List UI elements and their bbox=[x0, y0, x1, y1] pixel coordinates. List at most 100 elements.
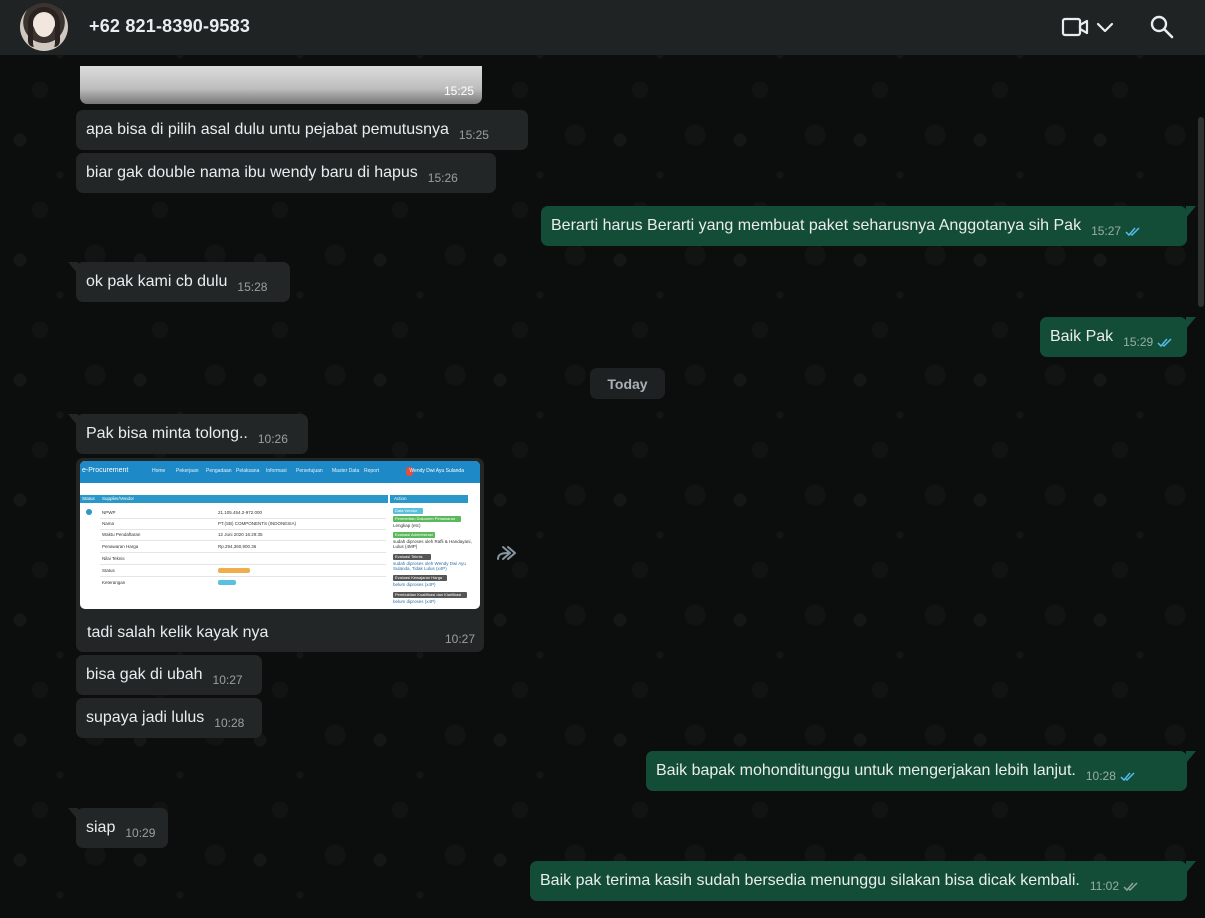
mini-row-label: Nilai Teknis bbox=[102, 556, 125, 561]
message-outgoing[interactable]: Berarti harus Berarti yang membuat paket… bbox=[541, 206, 1187, 246]
message-incoming[interactable]: supaya jadi lulus 10:28 bbox=[76, 698, 262, 738]
avatar-face bbox=[34, 13, 54, 37]
message-text: Baik bapak mohonditunggu untuk mengerjak… bbox=[656, 762, 1076, 779]
message-text: ok pak kami cb dulu bbox=[86, 273, 228, 290]
message-time: 10:28 bbox=[214, 716, 245, 730]
contact-avatar[interactable] bbox=[20, 3, 68, 51]
message-incoming[interactable]: ok pak kami cb dulu 15:28 bbox=[76, 262, 290, 302]
mini-nav-item: Home bbox=[152, 468, 166, 474]
mini-divider bbox=[100, 552, 386, 553]
chevron-down-icon[interactable] bbox=[1096, 19, 1114, 35]
mini-action-button: Data Vendor bbox=[393, 508, 423, 514]
message-outgoing[interactable]: Baik pak terima kasih sudah bersedia men… bbox=[530, 861, 1187, 901]
message-time: 15:26 bbox=[427, 171, 458, 185]
video-call-icon[interactable] bbox=[1061, 15, 1089, 39]
mini-row-value: Rp.294,360,900.36 bbox=[218, 544, 257, 549]
mini-action-text: sudah diproses oleh Rafli & Handayani, L… bbox=[393, 539, 472, 549]
message-time: 10:29 bbox=[125, 826, 156, 840]
message-outgoing[interactable]: Baik Pak 15:29 bbox=[1040, 317, 1187, 357]
message-text: siap bbox=[86, 819, 116, 836]
mini-action-text: belum diproses (x4P) bbox=[393, 582, 436, 587]
mini-header-text: Status bbox=[82, 496, 95, 501]
mini-action-button: Evaluasi Teknis bbox=[393, 554, 431, 560]
mini-status-badge bbox=[218, 568, 250, 573]
message-text: biar gak double nama ibu wendy baru di h… bbox=[86, 164, 418, 181]
mini-action-button: Evaluasi Kewajaran Harga bbox=[393, 575, 447, 581]
image-message[interactable]: 15:25 bbox=[80, 66, 482, 104]
mini-row-label: Status bbox=[102, 568, 115, 573]
mini-row-value: 21.105.454.2-972.000 bbox=[218, 510, 263, 515]
mini-row-label: Penawaran Harga bbox=[102, 544, 139, 549]
mini-user: Wendy Dwi Ayu Sulanda bbox=[409, 468, 464, 474]
mini-nav-item: Pekerjaan bbox=[176, 468, 199, 474]
message-text: bisa gak di ubah bbox=[86, 666, 203, 683]
message-incoming[interactable]: biar gak double nama ibu wendy baru di h… bbox=[76, 153, 496, 193]
mini-nav-item: Pengadaan bbox=[206, 468, 232, 474]
message-outgoing[interactable]: Baik bapak mohonditunggu untuk mengerjak… bbox=[646, 751, 1187, 791]
message-time: 10:28 bbox=[1085, 769, 1116, 783]
mini-header-text: Action bbox=[394, 496, 407, 501]
mini-action-button: Pemberitan Dokumen Penawaran bbox=[393, 516, 461, 522]
message-time: 10:26 bbox=[257, 432, 288, 446]
image-message[interactable]: e-Procurement Home Pekerjaan Pengadaan P… bbox=[76, 458, 484, 652]
message-time: 15:27 bbox=[1091, 224, 1122, 238]
message-time: 15:29 bbox=[1123, 335, 1154, 349]
mini-nav-item: Pelaksana bbox=[236, 468, 260, 474]
mini-row-value: PT.(SB) COMPONENTS (INDONESIA) bbox=[218, 521, 297, 526]
chat-scrollbar[interactable] bbox=[1197, 55, 1205, 918]
message-text: Berarti harus Berarti yang membuat paket… bbox=[551, 217, 1082, 234]
mini-row-label: NPWP bbox=[102, 510, 116, 515]
message-incoming[interactable]: apa bisa di pilih asal dulu untu pejabat… bbox=[76, 110, 528, 150]
message-time: 15:25 bbox=[443, 84, 474, 98]
mini-nav-item: Informasi bbox=[266, 468, 287, 474]
chat-scrollbar-thumb[interactable] bbox=[1198, 117, 1204, 307]
message-incoming[interactable]: bisa gak di ubah 10:27 bbox=[76, 655, 262, 695]
image-caption: tadi salah kelik kayak nya bbox=[87, 624, 269, 641]
mini-action-button: Evaluasi Administrasi bbox=[393, 532, 435, 538]
message-time: 10:27 bbox=[444, 632, 475, 646]
message-text: Baik pak terima kasih sudah bersedia men… bbox=[540, 872, 1080, 889]
mini-divider bbox=[100, 576, 386, 577]
message-text: Baik Pak bbox=[1050, 328, 1114, 345]
mini-action-text: sudah diproses oleh Wendy Dwi Ayu Suland… bbox=[393, 561, 466, 571]
mini-divider bbox=[100, 540, 386, 541]
mini-detail-badge bbox=[218, 580, 236, 585]
mini-row-value: 12 Juni 2020 16:29:35 bbox=[218, 532, 263, 537]
bubble-tail bbox=[1186, 317, 1196, 329]
message-incoming[interactable]: siap 10:29 bbox=[76, 808, 168, 848]
message-time: 15:25 bbox=[458, 128, 489, 142]
mini-divider bbox=[100, 529, 386, 530]
mini-action-button: Pembuktian Kualifikasi dan Klarifikasi bbox=[393, 592, 467, 598]
mini-divider bbox=[100, 564, 386, 565]
screenshot-thumbnail[interactable]: e-Procurement Home Pekerjaan Pengadaan P… bbox=[80, 461, 480, 609]
mini-nav-item: Master Data bbox=[332, 468, 360, 474]
forward-icon[interactable] bbox=[496, 543, 518, 563]
read-ticks-icon bbox=[1120, 771, 1135, 781]
search-icon[interactable] bbox=[1149, 14, 1175, 40]
mini-row-label: Waktu Pendaftaran bbox=[102, 532, 141, 537]
chat-header: +62 821-8390-9583 bbox=[0, 0, 1205, 55]
message-time: 10:27 bbox=[212, 673, 243, 687]
mini-divider bbox=[100, 518, 386, 519]
contact-name[interactable]: +62 821-8390-9583 bbox=[89, 16, 250, 37]
mini-row-label: Nama bbox=[102, 521, 115, 526]
chat-window: +62 821-8390-9583 15:25 apa bisa di pili… bbox=[0, 0, 1205, 918]
bubble-tail bbox=[1186, 206, 1196, 218]
mini-row-label: Keterangan bbox=[102, 580, 126, 585]
message-incoming[interactable]: Pak bisa minta tolong.. 10:26 bbox=[76, 414, 308, 454]
date-divider: Today bbox=[590, 368, 665, 399]
mini-brand: e-Procurement bbox=[82, 467, 129, 474]
bubble-tail bbox=[68, 414, 78, 426]
bubble-tail bbox=[1186, 861, 1196, 873]
mini-action-text: Lengkap (etc) bbox=[393, 523, 421, 528]
message-text: supaya jadi lulus bbox=[86, 709, 205, 726]
bubble-tail bbox=[68, 262, 78, 274]
message-time: 15:28 bbox=[237, 280, 268, 294]
mini-info-icon bbox=[86, 509, 92, 515]
mini-action-text: belum diproses (x4P) bbox=[393, 599, 436, 604]
mini-nav-item: Persetujuan bbox=[296, 468, 323, 474]
message-text: apa bisa di pilih asal dulu untu pejabat… bbox=[86, 121, 449, 138]
mini-nav-item: Report bbox=[364, 468, 380, 474]
bubble-tail bbox=[1186, 751, 1196, 763]
bubble-tail bbox=[68, 808, 78, 820]
